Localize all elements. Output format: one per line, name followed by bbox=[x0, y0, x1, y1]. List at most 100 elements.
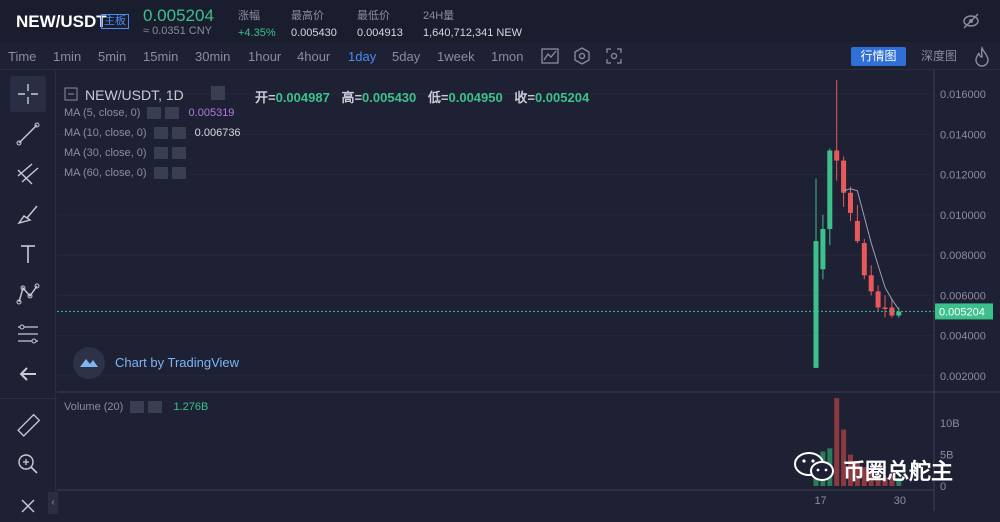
volume-remove-icon[interactable] bbox=[148, 401, 163, 414]
candle-body bbox=[834, 150, 840, 161]
watermark: 币圈总舵主 bbox=[791, 449, 971, 485]
ma-remove-icon[interactable] bbox=[171, 127, 186, 140]
price-tick-label: 0.014000 bbox=[940, 129, 986, 141]
text-tool-icon[interactable] bbox=[10, 236, 46, 272]
stat-low-label: 最低价 bbox=[357, 10, 390, 22]
brush-icon[interactable] bbox=[10, 196, 46, 232]
open-value: 0.004987 bbox=[275, 90, 330, 105]
ticker-header: NEW/USDT 主板 0.005204 ≈ 0.0351 CNY 涨幅 +4.… bbox=[0, 0, 1000, 42]
candle-body bbox=[875, 291, 881, 308]
ma-settings-icon[interactable] bbox=[147, 107, 162, 120]
ruler-icon[interactable] bbox=[10, 408, 46, 444]
volume-tick-label: 10B bbox=[940, 418, 960, 430]
volume-settings-icon[interactable] bbox=[130, 401, 145, 414]
ma-remove-icon[interactable] bbox=[171, 147, 186, 160]
low-key: 低= bbox=[427, 90, 449, 105]
ma-remove-icon[interactable] bbox=[165, 107, 180, 120]
stat-change: 涨幅 +4.35% bbox=[238, 7, 276, 39]
candle-body bbox=[882, 307, 888, 309]
stat-volume-label: 24H量 bbox=[423, 10, 455, 22]
screenshot-icon[interactable] bbox=[604, 46, 624, 66]
timeframe-30min[interactable]: 30min bbox=[195, 49, 230, 64]
ma-10-row[interactable]: MA (10, close, 0) 0.006736 bbox=[64, 127, 241, 140]
legend-title: NEW/USDT, 1D bbox=[85, 87, 184, 103]
timeframe-5day[interactable]: 5day bbox=[392, 49, 420, 64]
ma-30-row[interactable]: MA (30, close, 0) bbox=[64, 147, 186, 160]
ma-60-row[interactable]: MA (60, close, 0) bbox=[64, 167, 186, 180]
volume-legend: Volume (20) 1.276B bbox=[64, 401, 209, 414]
ohlc-readout: 开=0.004987 高=0.005430 低=0.004950 收=0.005… bbox=[255, 87, 597, 106]
candle-body bbox=[848, 192, 853, 213]
stat-high-value: 0.005430 bbox=[291, 27, 337, 39]
stat-change-label: 涨幅 bbox=[238, 10, 260, 22]
trend-line-icon[interactable] bbox=[10, 116, 46, 152]
timeframe-1week[interactable]: 1week bbox=[437, 49, 475, 64]
open-key: 开= bbox=[255, 90, 276, 105]
chart-area[interactable]: 0.016000 0.014000 0.012000 0.010000 0.008000… bbox=[57, 70, 1000, 511]
ma-settings-icon[interactable] bbox=[153, 147, 168, 160]
timeframe-4hour[interactable]: 4hour bbox=[297, 49, 330, 64]
volume-value: 1.276B bbox=[173, 401, 209, 413]
pitchfork-icon[interactable] bbox=[10, 156, 46, 192]
tool-divider bbox=[0, 398, 56, 399]
fib-tool-icon[interactable] bbox=[10, 316, 46, 352]
tradingview-logo-icon[interactable] bbox=[73, 347, 105, 379]
volume-label: Volume (20) bbox=[64, 401, 124, 413]
last-price: 0.005204 bbox=[143, 6, 214, 25]
candle-body bbox=[896, 311, 902, 316]
back-arrow-icon[interactable] bbox=[10, 356, 46, 392]
ma-settings-icon[interactable] bbox=[153, 127, 168, 140]
indicators-icon[interactable] bbox=[540, 46, 560, 66]
price-tick-label: 0.002000 bbox=[940, 371, 986, 383]
pair-name[interactable]: NEW/USDT bbox=[16, 12, 107, 32]
candle-body bbox=[841, 160, 847, 193]
high-value: 0.005430 bbox=[362, 90, 417, 105]
ma-5-row[interactable]: MA (5, close, 0) 0.005319 bbox=[64, 107, 234, 120]
stat-low: 最低价 0.004913 bbox=[357, 7, 403, 39]
ma-5-label: MA (5, close, 0) bbox=[64, 107, 141, 119]
stat-change-value: +4.35% bbox=[238, 27, 276, 39]
ma-settings-icon[interactable] bbox=[153, 167, 168, 180]
ma-10-value: 0.006736 bbox=[194, 127, 241, 139]
hide-eye-icon[interactable] bbox=[961, 11, 981, 31]
price-tick-label: 0.008000 bbox=[940, 250, 986, 262]
market-chart-button[interactable]: 行情图 bbox=[851, 47, 906, 66]
chart-by-tradingview-link[interactable]: Chart by TradingView bbox=[115, 355, 239, 370]
timeframe-1mon[interactable]: 1mon bbox=[491, 49, 524, 64]
pattern-icon[interactable] bbox=[10, 276, 46, 312]
price-tick-label: 0.010000 bbox=[940, 210, 986, 222]
settings-gear-icon[interactable] bbox=[572, 46, 592, 66]
close-tools-icon[interactable] bbox=[10, 486, 46, 522]
timeframe-1hour[interactable]: 1hour bbox=[248, 49, 281, 64]
timeframe-15min[interactable]: 15min bbox=[143, 49, 178, 64]
crosshair-icon[interactable] bbox=[10, 76, 46, 112]
price-tick-label: 0.016000 bbox=[940, 89, 986, 101]
wechat-icon bbox=[794, 452, 834, 481]
candle-body bbox=[827, 150, 833, 229]
timeframe-1day[interactable]: 1day bbox=[348, 49, 376, 64]
last-price-tag-text: 0.005204 bbox=[939, 306, 985, 318]
timeframe-time[interactable]: Time bbox=[8, 49, 36, 64]
timeframe-1min[interactable]: 1min bbox=[53, 49, 81, 64]
price-tick-label: 0.012000 bbox=[940, 170, 986, 182]
zoom-in-icon[interactable] bbox=[10, 446, 46, 482]
low-value: 0.004950 bbox=[448, 90, 503, 105]
time-tick-label: 30 bbox=[894, 495, 906, 507]
candle-body bbox=[820, 228, 826, 270]
legend-settings-icon[interactable] bbox=[211, 86, 225, 100]
ma-remove-icon[interactable] bbox=[171, 167, 186, 180]
price-cny: ≈ 0.0351 CNY bbox=[143, 25, 213, 37]
flame-icon[interactable] bbox=[972, 46, 992, 68]
stat-volume-value: 1,640,712,341 NEW bbox=[423, 27, 523, 39]
candle-body bbox=[813, 241, 819, 368]
timeframe-5min[interactable]: 5min bbox=[98, 49, 126, 64]
candle-body bbox=[861, 243, 867, 276]
depth-chart-button[interactable]: 深度图 bbox=[918, 47, 960, 66]
board-tag: 主板 bbox=[101, 14, 129, 29]
ma-30-label: MA (30, close, 0) bbox=[64, 147, 147, 159]
ma-10-label: MA (10, close, 0) bbox=[64, 127, 147, 139]
drawing-toolbar: ‹ bbox=[0, 70, 58, 514]
stat-high-label: 最高价 bbox=[291, 10, 324, 22]
price-tick-label: 0.006000 bbox=[940, 290, 986, 302]
collapse-legend-icon[interactable] bbox=[64, 87, 78, 101]
